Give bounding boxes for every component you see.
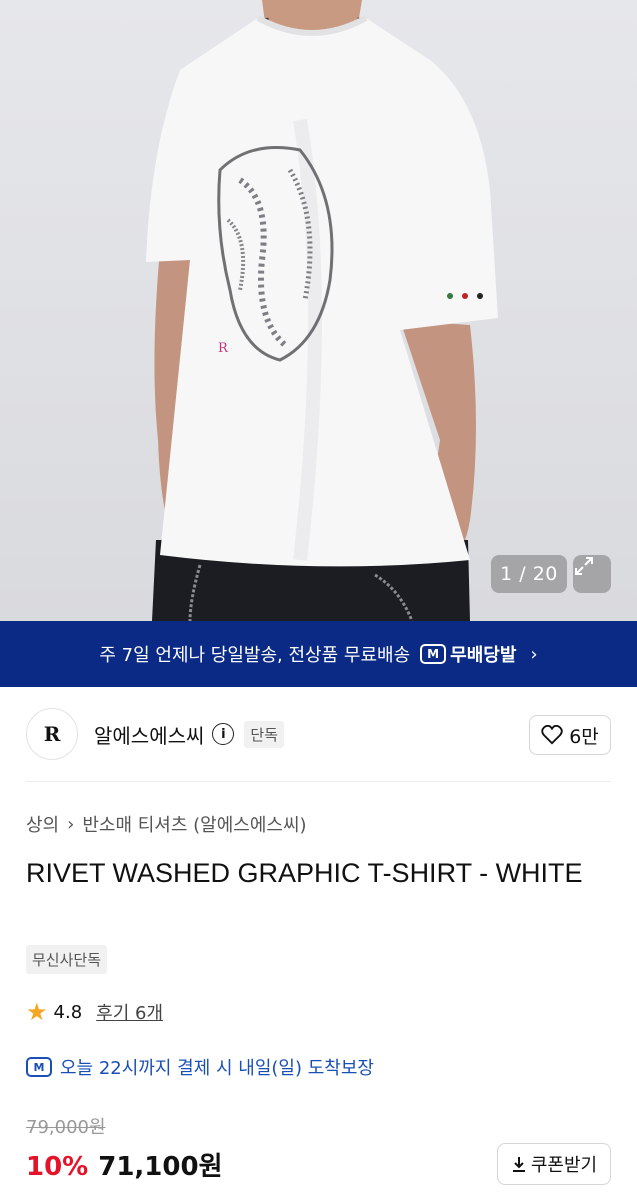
shipping-banner[interactable]: 주 7일 언제나 당일발송, 전상품 무료배송 M 무배당발 › [0, 621, 637, 687]
review-link[interactable]: 후기 6개 [96, 999, 163, 1025]
product-title: RIVET WASHED GRAPHIC T-SHIRT - WHITE [26, 858, 583, 888]
free-shipping-badge: M 무배당발 [420, 641, 516, 667]
chevron-right-icon: › [67, 813, 75, 835]
product-image[interactable]: R 1 / 20 [0, 0, 637, 621]
like-button[interactable]: 6만 [529, 715, 611, 755]
download-icon [512, 1157, 525, 1172]
brand-logo[interactable]: R [26, 708, 78, 760]
coupon-label: 쿠폰받기 [530, 1155, 598, 1176]
rating-row: ★ 4.8 후기 6개 [26, 999, 163, 1025]
star-icon: ★ [26, 998, 48, 1026]
heart-icon [541, 725, 563, 745]
breadcrumb-subcategory[interactable]: 반소매 티셔츠 (알에스에스씨) [82, 811, 306, 837]
delivery-truck-icon: M [26, 1057, 52, 1077]
price-row: 10% 71,100원 [26, 1146, 223, 1183]
image-counter: 1 / 20 [491, 555, 567, 593]
expand-icon [575, 557, 593, 575]
coupon-button[interactable]: 쿠폰받기 [497, 1143, 611, 1185]
rating-score: 4.8 [53, 1001, 83, 1023]
original-price: 79,000원 [26, 1117, 106, 1138]
like-count: 6만 [569, 725, 599, 748]
discount-rate: 10% [26, 1152, 89, 1182]
brand-name[interactable]: 알에스에스씨 [94, 720, 204, 749]
model-photo: R [146, 0, 498, 621]
exclusive-badge: 단독 [244, 720, 285, 748]
sale-price: 71,100원 [98, 1152, 223, 1182]
expand-button[interactable] [573, 555, 611, 593]
brand-row: R 알에스에스씨 i 단독 6만 [26, 708, 611, 760]
badge-label: 무배당발 [450, 645, 517, 666]
chevron-right-icon: › [530, 643, 538, 665]
delivery-text: 오늘 22시까지 결제 시 내일(일) 도착보장 [60, 1058, 374, 1079]
info-icon[interactable]: i [212, 723, 235, 745]
divider [26, 781, 611, 782]
delivery-truck-icon: M [420, 644, 447, 664]
svg-text:R: R [218, 341, 229, 356]
banner-text: 주 7일 언제나 당일발송, 전상품 무료배송 [99, 645, 411, 666]
breadcrumb: 상의 › 반소매 티셔츠 (알에스에스씨) [26, 811, 307, 837]
breadcrumb-category[interactable]: 상의 [26, 811, 59, 837]
exclusive-tag: 무신사단독 [26, 945, 108, 974]
delivery-guarantee: M 오늘 22시까지 결제 시 내일(일) 도착보장 [26, 1054, 374, 1080]
